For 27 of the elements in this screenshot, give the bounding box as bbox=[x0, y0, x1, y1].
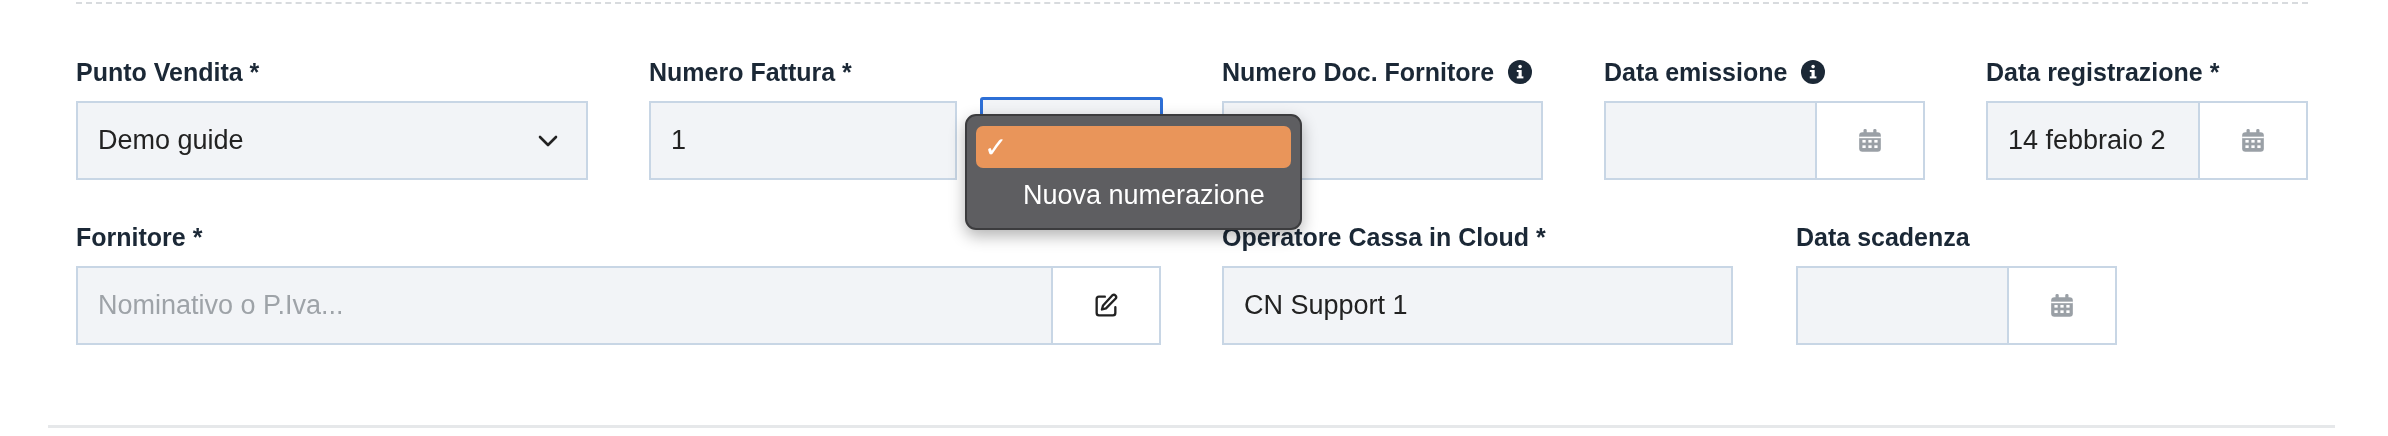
field-label: Fornitore * bbox=[76, 222, 203, 252]
date-field[interactable] bbox=[1604, 101, 1815, 180]
calendar-button[interactable] bbox=[2198, 101, 2308, 180]
field-label: Data registrazione * bbox=[1986, 57, 2220, 87]
calendar-button[interactable] bbox=[1815, 101, 1925, 180]
info-icon[interactable] bbox=[1508, 60, 1533, 84]
field-label: Numero Doc. Fornitore bbox=[1222, 57, 1495, 87]
info-icon[interactable] bbox=[1801, 60, 1826, 84]
date-field[interactable] bbox=[1796, 266, 2007, 345]
calendar-icon bbox=[1857, 127, 1883, 154]
calendar-icon bbox=[2240, 127, 2266, 154]
chevron-down-icon bbox=[538, 134, 558, 147]
calendar-icon bbox=[2049, 292, 2075, 319]
select-value: Demo guide bbox=[98, 125, 244, 156]
date-field[interactable]: 14 febbraio 2 bbox=[1986, 101, 2198, 180]
calendar-button[interactable] bbox=[2007, 266, 2117, 345]
field-label: Operatore Cassa in Cloud * bbox=[1222, 222, 1546, 252]
invoice-number-field[interactable]: 1 bbox=[649, 101, 957, 180]
store-select[interactable]: Demo guide bbox=[76, 101, 588, 180]
supplier-field[interactable]: Nominativo o P.Iva... bbox=[76, 266, 1051, 345]
field-label: Data emissione bbox=[1604, 57, 1788, 87]
field-label: Data scadenza bbox=[1796, 222, 1970, 252]
field-label: Punto Vendita * bbox=[76, 57, 260, 87]
text-field[interactable]: CN Support 1 bbox=[1222, 266, 1733, 345]
menu-item[interactable]: Nuova numerazione bbox=[976, 174, 1291, 216]
edit-button[interactable] bbox=[1051, 266, 1161, 345]
field-label: Numero Fattura * bbox=[649, 57, 852, 87]
